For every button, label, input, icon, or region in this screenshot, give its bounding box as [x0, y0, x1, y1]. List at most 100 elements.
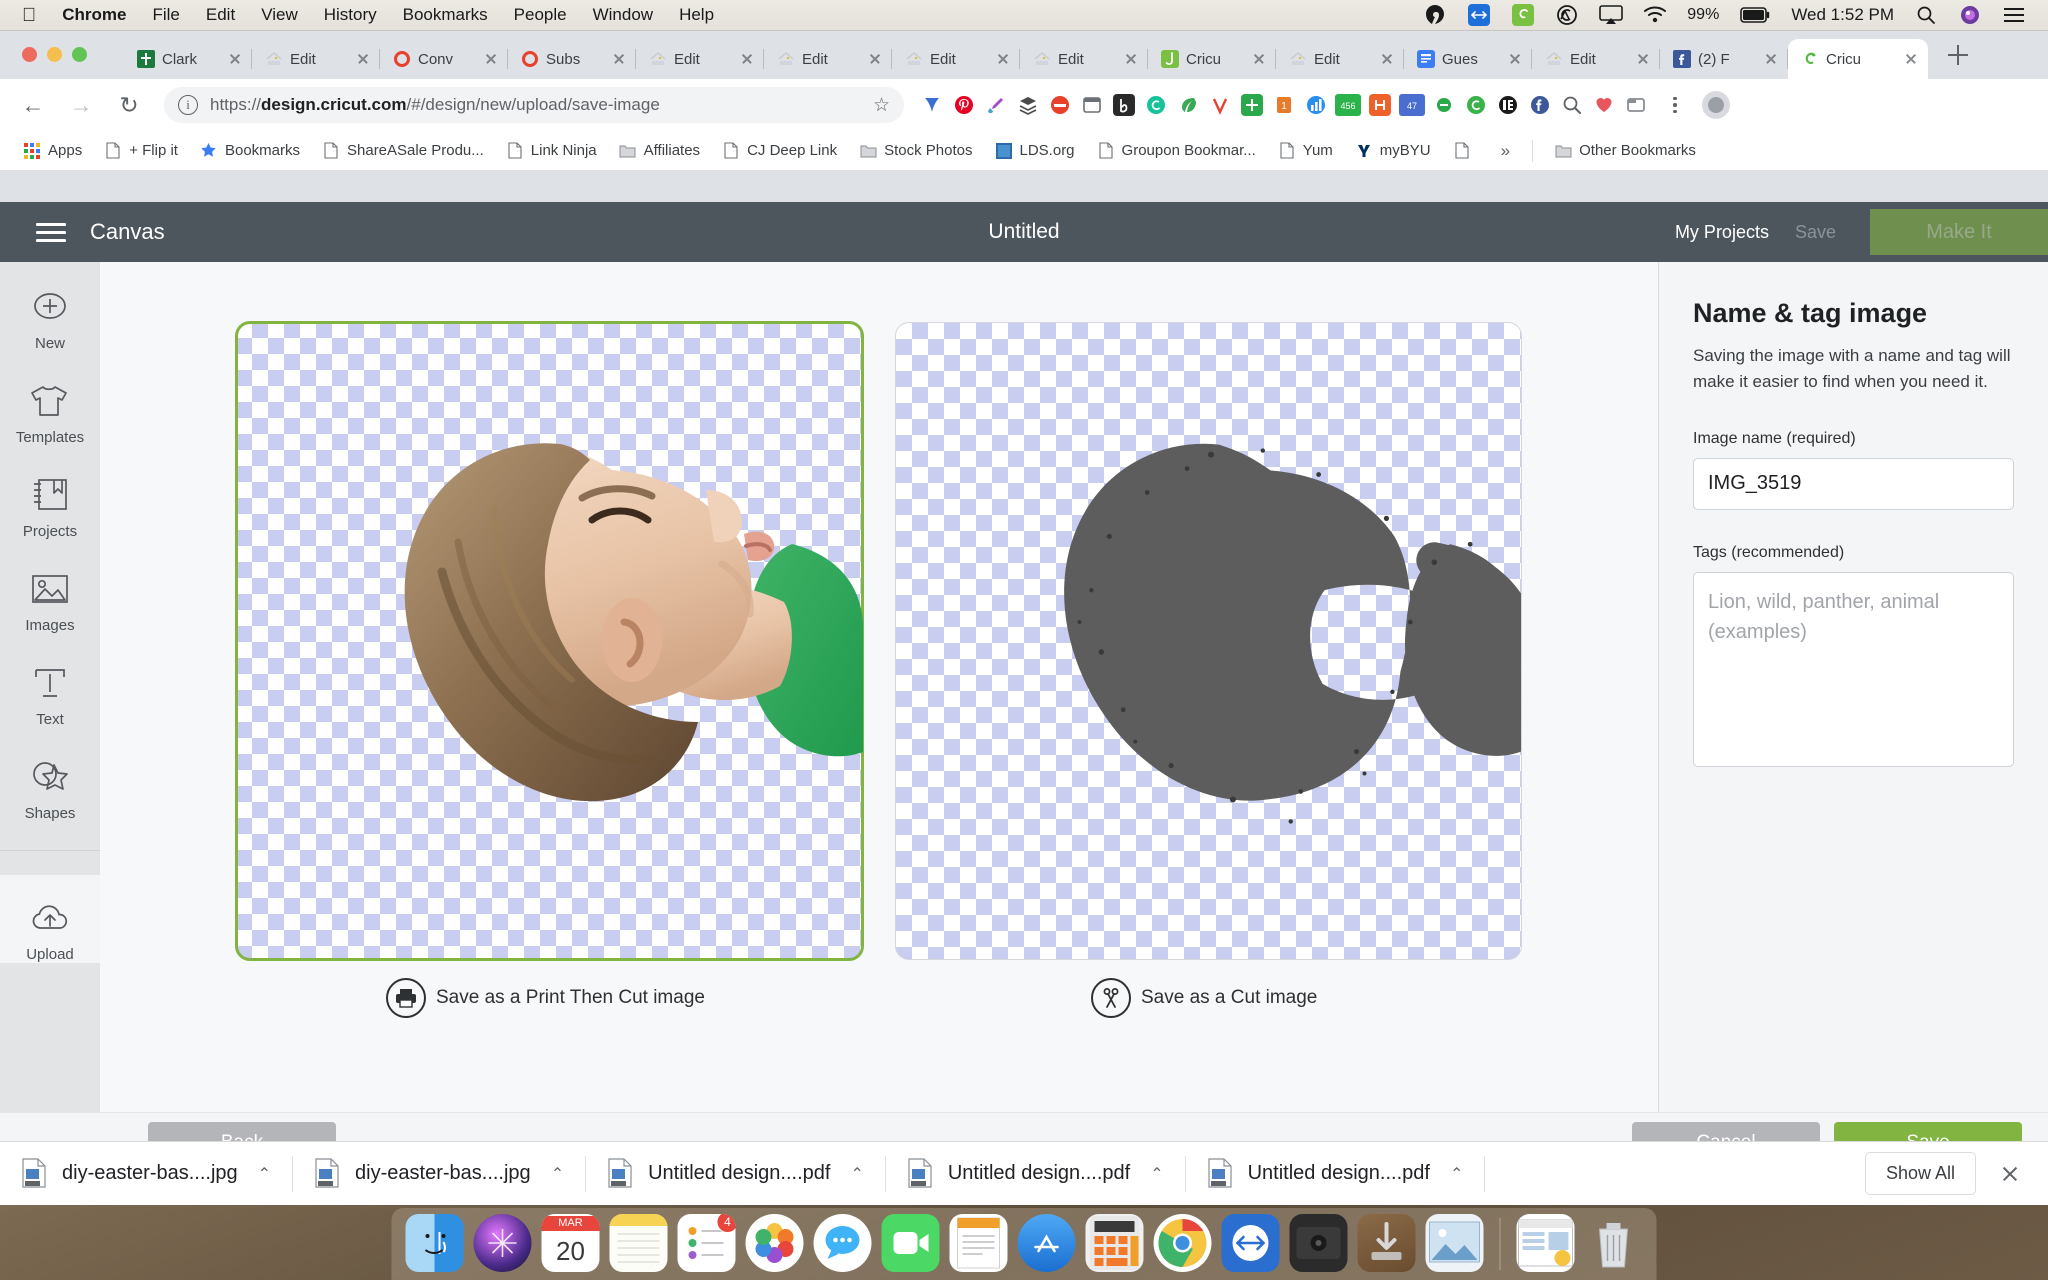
bookmark-apps[interactable]: Apps — [14, 138, 91, 164]
sidebar-item-projects[interactable]: Projects — [0, 472, 100, 540]
calendar-icon[interactable]: MAR 20 — [541, 1214, 600, 1272]
bitly-icon[interactable] — [1110, 91, 1138, 119]
bookmark-yum[interactable]: Yum — [1269, 138, 1342, 164]
cut-image-caption[interactable]: Save as a Cut image — [895, 978, 1522, 1018]
pinterest-save-icon[interactable] — [918, 91, 946, 119]
browser-tab[interactable]: Edit — [636, 39, 764, 79]
close-tab-icon[interactable] — [1122, 50, 1140, 68]
bookmark-other-bookmarks[interactable]: Other Bookmarks — [1545, 138, 1705, 164]
forward-button[interactable]: → — [62, 86, 100, 124]
menu-window[interactable]: Window — [593, 5, 653, 25]
print-then-cut-caption[interactable]: Save as a Print Then Cut image — [236, 978, 863, 1018]
image-name-input[interactable] — [1693, 457, 2014, 510]
browser-tab[interactable]: Edit — [1276, 39, 1404, 79]
tags-input[interactable] — [1693, 571, 2014, 767]
control-center-icon[interactable] — [2002, 3, 2026, 27]
download-item[interactable]: Untitled design....pdf ⌃ — [886, 1142, 1186, 1206]
close-tab-icon[interactable] — [354, 50, 372, 68]
bookmark-shareasale[interactable]: ShareASale Produ... — [313, 138, 493, 164]
clipboard-47-icon[interactable]: 47 — [1398, 91, 1426, 119]
chrome-icon[interactable] — [1153, 1214, 1212, 1272]
browser-tab[interactable]: Edit — [252, 39, 380, 79]
reload-button[interactable]: ↻ — [110, 86, 148, 124]
grammarly-green-icon[interactable] — [1462, 91, 1490, 119]
grammarly-icon[interactable] — [1142, 91, 1170, 119]
leaf-icon[interactable] — [1174, 91, 1202, 119]
honey-icon[interactable] — [1366, 91, 1394, 119]
chevron-up-icon[interactable]: ⌃ — [1150, 1164, 1163, 1184]
back-button[interactable]: ← — [14, 86, 52, 124]
avatar[interactable] — [1702, 91, 1730, 119]
trash-icon[interactable] — [1585, 1214, 1643, 1272]
header-save-button[interactable]: Save — [1795, 222, 1836, 243]
grammarly-icon[interactable] — [1423, 3, 1447, 27]
reminders-icon[interactable]: 4 — [677, 1214, 736, 1272]
star-icon[interactable]: ☆ — [873, 94, 890, 117]
cricut-icon[interactable] — [1511, 3, 1535, 27]
browser-tab[interactable]: Edit — [1532, 39, 1660, 79]
calculator-icon[interactable] — [1085, 1214, 1144, 1272]
facetime-icon[interactable] — [881, 1214, 940, 1272]
clipboard-1-icon[interactable]: 1 — [1270, 91, 1298, 119]
close-tab-icon[interactable] — [610, 50, 628, 68]
download-item[interactable]: diy-easter-bas....jpg ⌃ — [0, 1142, 294, 1206]
search-icon[interactable] — [1558, 91, 1586, 119]
browser-tab[interactable]: Cricu — [1148, 39, 1276, 79]
chevron-up-icon[interactable]: ⌃ — [258, 1164, 271, 1184]
close-window-button[interactable] — [22, 47, 37, 62]
preview-icon[interactable] — [1425, 1214, 1484, 1272]
menu-edit[interactable]: Edit — [206, 5, 235, 25]
show-all-downloads-button[interactable]: Show All — [1864, 1152, 1976, 1195]
teamviewer-icon[interactable] — [1221, 1214, 1280, 1272]
browser-tab[interactable]: Subs — [508, 39, 636, 79]
preview-image-cut[interactable] — [895, 322, 1522, 960]
menu-chrome[interactable]: Chrome — [62, 5, 126, 25]
canvas-label[interactable]: Canvas — [90, 219, 165, 245]
bookmark-groupon[interactable]: Groupon Bookmar... — [1088, 138, 1265, 164]
download-item[interactable]: Untitled design....pdf ⌃ — [586, 1142, 886, 1206]
kindle-icon[interactable] — [1494, 91, 1522, 119]
bookmark-mybyu[interactable]: myBYU — [1346, 138, 1440, 164]
chevron-up-icon[interactable]: ⌃ — [850, 1164, 863, 1184]
airplay-icon[interactable] — [1599, 3, 1624, 27]
bookmark-bookmarks[interactable]: Bookmarks — [191, 138, 309, 164]
facebook-icon[interactable] — [1526, 91, 1554, 119]
battery-icon[interactable] — [1739, 3, 1771, 27]
menu-history[interactable]: History — [324, 5, 377, 25]
browser-tab-active[interactable]: Cricu — [1788, 39, 1928, 79]
download-item[interactable]: diy-easter-bas....jpg ⌃ — [293, 1142, 587, 1206]
recent-window-icon[interactable] — [1516, 1214, 1575, 1272]
window-icon[interactable] — [1078, 91, 1106, 119]
heart-icon[interactable] — [1590, 91, 1618, 119]
hamburger-menu-icon[interactable] — [36, 222, 66, 242]
preview-image-print-then-cut[interactable] — [235, 321, 864, 961]
ninja-icon[interactable] — [1046, 91, 1074, 119]
tab-icon[interactable] — [1622, 91, 1650, 119]
close-tab-icon[interactable] — [866, 50, 884, 68]
sale-tag-icon[interactable] — [1238, 91, 1266, 119]
finder-icon[interactable] — [405, 1214, 464, 1272]
sidebar-item-new[interactable]: New — [0, 284, 100, 352]
make-it-button[interactable]: Make It — [1870, 209, 2048, 255]
messages-icon[interactable] — [813, 1214, 872, 1272]
browser-tab[interactable]: Gues — [1404, 39, 1532, 79]
browser-tab[interactable]: Edit — [764, 39, 892, 79]
siri-icon[interactable] — [1958, 3, 1982, 27]
browser-tab[interactable]: (2) F — [1660, 39, 1788, 79]
bookmark-flip-it[interactable]: + Flip it — [95, 138, 187, 164]
colorzilla-icon[interactable] — [982, 91, 1010, 119]
close-tab-icon[interactable] — [226, 50, 244, 68]
hard-drive-icon[interactable] — [1289, 1214, 1348, 1272]
close-tab-icon[interactable] — [1762, 50, 1780, 68]
close-tab-icon[interactable] — [1506, 50, 1524, 68]
layers-icon[interactable] — [1014, 91, 1042, 119]
close-tab-icon[interactable] — [1902, 50, 1920, 68]
close-tab-icon[interactable] — [482, 50, 500, 68]
wifi-icon[interactable] — [1643, 3, 1667, 27]
notes-icon[interactable] — [609, 1214, 668, 1272]
seo-456-icon[interactable]: 456 — [1334, 91, 1362, 119]
pinterest-icon[interactable] — [950, 91, 978, 119]
chart-icon[interactable] — [1302, 91, 1330, 119]
bookmark-affiliates[interactable]: Affiliates — [610, 138, 709, 164]
teamviewer-icon[interactable] — [1467, 3, 1491, 27]
